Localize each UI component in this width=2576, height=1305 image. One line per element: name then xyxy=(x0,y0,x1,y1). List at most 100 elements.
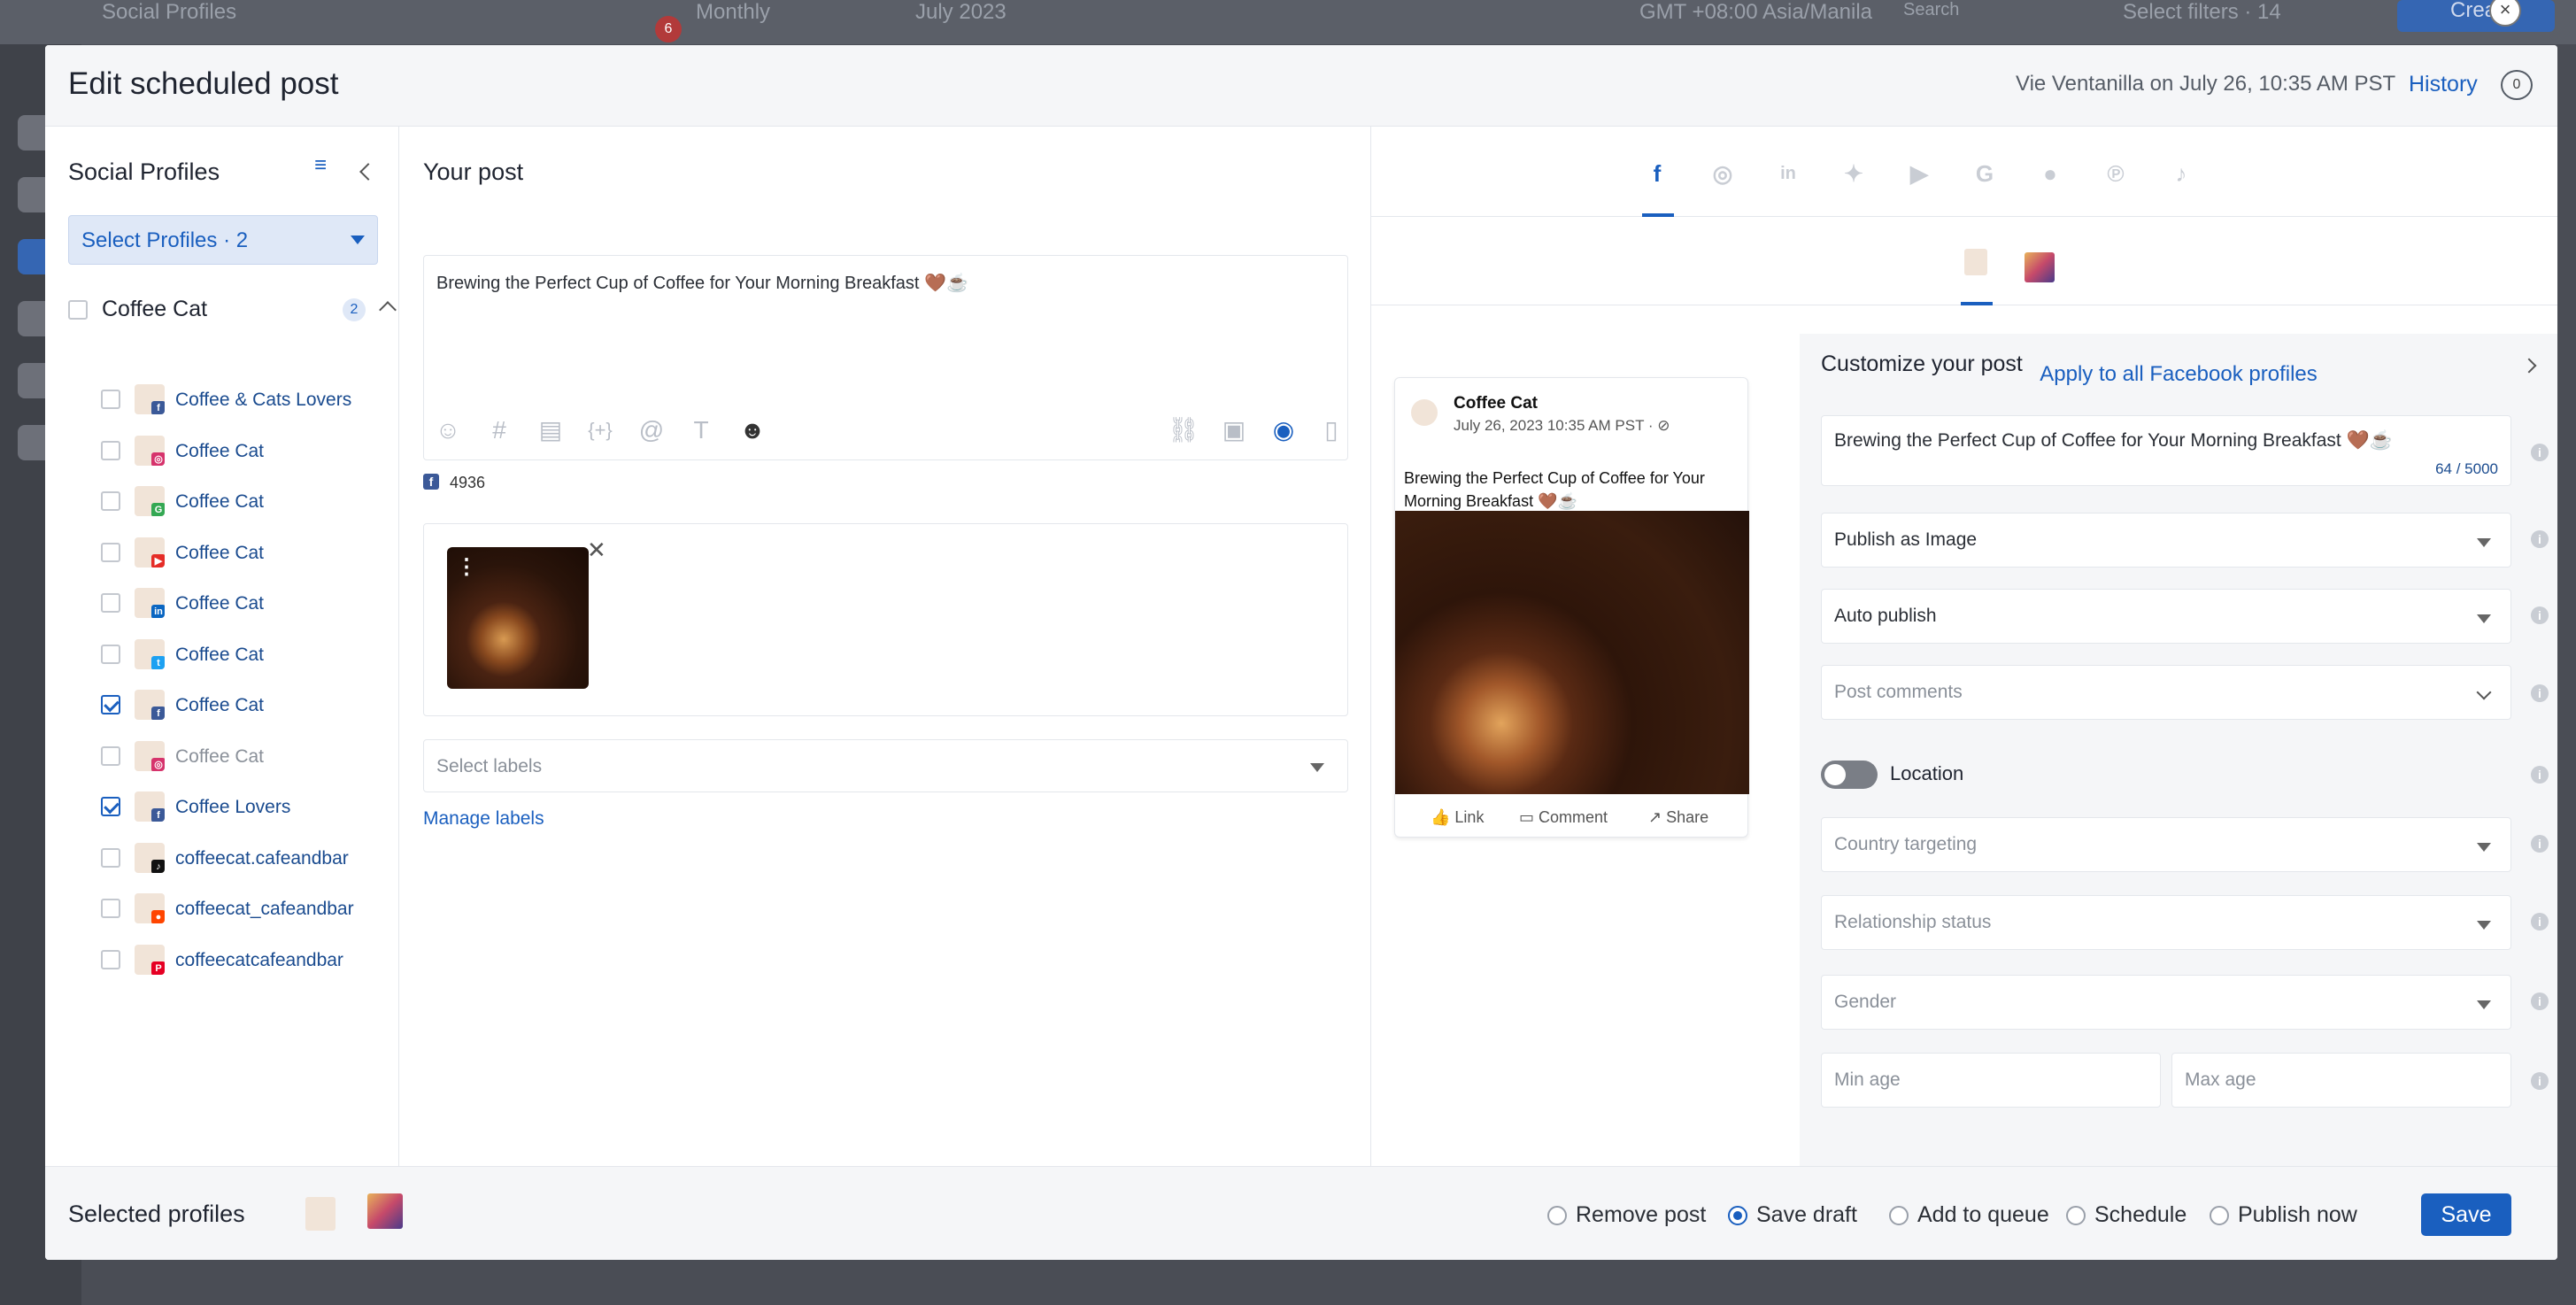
document-icon[interactable]: ▯ xyxy=(1316,415,1346,445)
profile-item[interactable]: ◎ Coffee Cat xyxy=(101,435,393,471)
publish-mode-select[interactable]: Auto publish xyxy=(1821,589,2511,644)
tab-google-icon[interactable]: G xyxy=(1971,160,1998,187)
profile-item[interactable]: t Coffee Cat xyxy=(101,638,393,675)
group-checkbox[interactable] xyxy=(68,300,88,320)
camera-icon[interactable]: ◉ xyxy=(1269,415,1299,445)
select-profiles-label: Select Profiles · 2 xyxy=(81,228,249,252)
profile-item[interactable]: f Coffee Cat xyxy=(101,690,393,725)
option-label[interactable]: Publish now xyxy=(2238,1202,2357,1228)
tab-reddit-icon[interactable]: ● xyxy=(2037,160,2063,187)
profile-checkbox[interactable] xyxy=(101,847,120,868)
save-button[interactable]: Save xyxy=(2421,1193,2511,1236)
custom-text: Brewing the Perfect Cup of Coffee for Yo… xyxy=(1834,430,2393,451)
option-radio[interactable] xyxy=(1728,1206,1747,1225)
option-label[interactable]: Remove post xyxy=(1576,1202,1706,1228)
location-label: Location xyxy=(1890,762,1964,784)
profile-item[interactable]: ♪ coffeecat.cafeandbar xyxy=(101,842,393,878)
profile-checkbox[interactable] xyxy=(101,491,120,511)
comment-count-icon[interactable]: 0 xyxy=(2501,70,2533,100)
profile-checkbox[interactable] xyxy=(101,695,120,714)
linkedin-icon: in xyxy=(151,605,165,618)
tab-twitter-icon[interactable]: ✦ xyxy=(1840,160,1867,187)
option-radio[interactable] xyxy=(1889,1206,1909,1225)
publish-as-select[interactable]: Publish as Image xyxy=(1821,513,2511,568)
text-format-icon[interactable]: T xyxy=(686,415,716,445)
profile-checkbox[interactable] xyxy=(101,390,120,409)
account-avatar-coffee-cat[interactable] xyxy=(1964,249,1987,275)
filter-icon[interactable]: ≡ xyxy=(314,155,335,176)
labels-select[interactable]: Select labels xyxy=(423,739,1348,792)
profile-item[interactable]: f Coffee Lovers xyxy=(101,791,393,827)
option-radio[interactable] xyxy=(1547,1206,1567,1225)
tab-instagram-icon[interactable]: ◎ xyxy=(1709,160,1736,187)
profile-checkbox[interactable] xyxy=(101,542,120,562)
selected-profile-avatar[interactable] xyxy=(367,1193,403,1229)
ai-assistant-icon[interactable]: ☻ xyxy=(737,415,767,445)
profile-checkbox[interactable] xyxy=(101,899,120,918)
manage-labels-link[interactable]: Manage labels xyxy=(423,808,544,830)
comment-label: Comment xyxy=(1539,808,1608,826)
profile-group[interactable]: Coffee Cat 2 xyxy=(68,295,397,330)
labels-placeholder: Select labels xyxy=(436,756,543,776)
collapse-panel-icon[interactable] xyxy=(359,163,377,181)
video-icon[interactable]: ▣ xyxy=(1219,415,1249,445)
link-icon[interactable]: ⛓ xyxy=(1168,415,1199,445)
background-topbar: Social Profiles Monthly July 2023 GMT +0… xyxy=(0,0,2576,44)
profile-item[interactable]: f Coffee & Cats Lovers xyxy=(101,384,393,420)
profile-checkbox[interactable] xyxy=(101,593,120,613)
mention-icon[interactable]: @ xyxy=(636,415,667,445)
hashtag-icon[interactable]: # xyxy=(484,415,514,445)
profile-label: Coffee & Cats Lovers xyxy=(175,390,352,410)
profile-item[interactable]: ● coffeecat_cafeandbar xyxy=(101,893,393,929)
relationship-status-select[interactable]: Relationship status xyxy=(1821,895,2511,950)
more-options-icon[interactable]: ⋮ xyxy=(456,554,477,580)
profile-avatar: f xyxy=(135,791,165,822)
profile-item[interactable]: Pcoffeecatcafeandbar xyxy=(101,944,393,980)
country-targeting-select[interactable]: Country targeting xyxy=(1821,817,2511,872)
info-icon: i xyxy=(2531,913,2549,930)
post-text[interactable]: Brewing the Perfect Cup of Coffee for Yo… xyxy=(436,272,968,294)
info-icon: i xyxy=(2531,1072,2549,1090)
select-profiles-dropdown[interactable]: Select Profiles · 2 xyxy=(68,215,378,265)
option-label[interactable]: Save draft xyxy=(1756,1202,1857,1228)
profile-item[interactable]: ▶ Coffee Cat xyxy=(101,537,393,573)
profile-checkbox[interactable] xyxy=(101,440,120,460)
tab-facebook-icon[interactable]: f xyxy=(1644,160,1670,187)
history-link[interactable]: History xyxy=(2409,72,2478,97)
min-age-input[interactable]: Min age xyxy=(1821,1053,2161,1108)
profile-checkbox[interactable] xyxy=(101,949,120,969)
post-comments-field[interactable]: Post comments xyxy=(1821,665,2511,720)
apply-all-link[interactable]: Apply to all Facebook profiles xyxy=(1800,362,2557,387)
tab-tiktok-icon[interactable]: ♪ xyxy=(2168,160,2194,187)
preview-share-action: ↗ Share xyxy=(1648,808,1709,826)
tab-linkedin-icon[interactable]: in xyxy=(1775,160,1801,187)
profile-item[interactable]: ◎ Coffee Cat xyxy=(101,740,393,776)
profile-item[interactable]: G Coffee Cat xyxy=(101,486,393,521)
post-editor[interactable]: Brewing the Perfect Cup of Coffee for Yo… xyxy=(423,255,1348,460)
option-label[interactable]: Add to queue xyxy=(1917,1202,2049,1228)
gender-select[interactable]: Gender xyxy=(1821,975,2511,1030)
option-radio[interactable] xyxy=(2066,1206,2086,1225)
variable-icon[interactable]: {+} xyxy=(585,415,615,445)
profile-checkbox[interactable] xyxy=(101,745,120,766)
profile-checkbox[interactable] xyxy=(101,644,120,664)
max-age-input[interactable]: Max age xyxy=(2171,1053,2511,1108)
option-label[interactable]: Schedule xyxy=(2094,1202,2187,1228)
remove-media-icon[interactable]: ✕ xyxy=(587,537,606,564)
profile-avatar: t xyxy=(135,638,165,669)
profile-label: Coffee Cat xyxy=(175,593,265,614)
emoji-icon[interactable]: ☺ xyxy=(433,415,463,445)
tab-pinterest-icon[interactable]: ℗ xyxy=(2102,160,2129,187)
account-avatar-coffee-lovers[interactable] xyxy=(2025,252,2055,282)
snippet-icon[interactable]: ▤ xyxy=(536,415,566,445)
chevron-up-icon[interactable] xyxy=(379,301,397,319)
info-icon: i xyxy=(2531,766,2549,784)
profile-item[interactable]: in Coffee Cat xyxy=(101,588,393,623)
profile-checkbox[interactable] xyxy=(101,797,120,816)
profile-avatar: f xyxy=(135,384,165,414)
tab-youtube-icon[interactable]: ▶ xyxy=(1906,160,1932,187)
option-radio[interactable] xyxy=(2210,1206,2229,1225)
location-toggle[interactable] xyxy=(1821,761,1878,789)
custom-text-field[interactable]: Brewing the Perfect Cup of Coffee for Yo… xyxy=(1821,415,2511,486)
selected-profile-avatar[interactable] xyxy=(305,1197,335,1231)
